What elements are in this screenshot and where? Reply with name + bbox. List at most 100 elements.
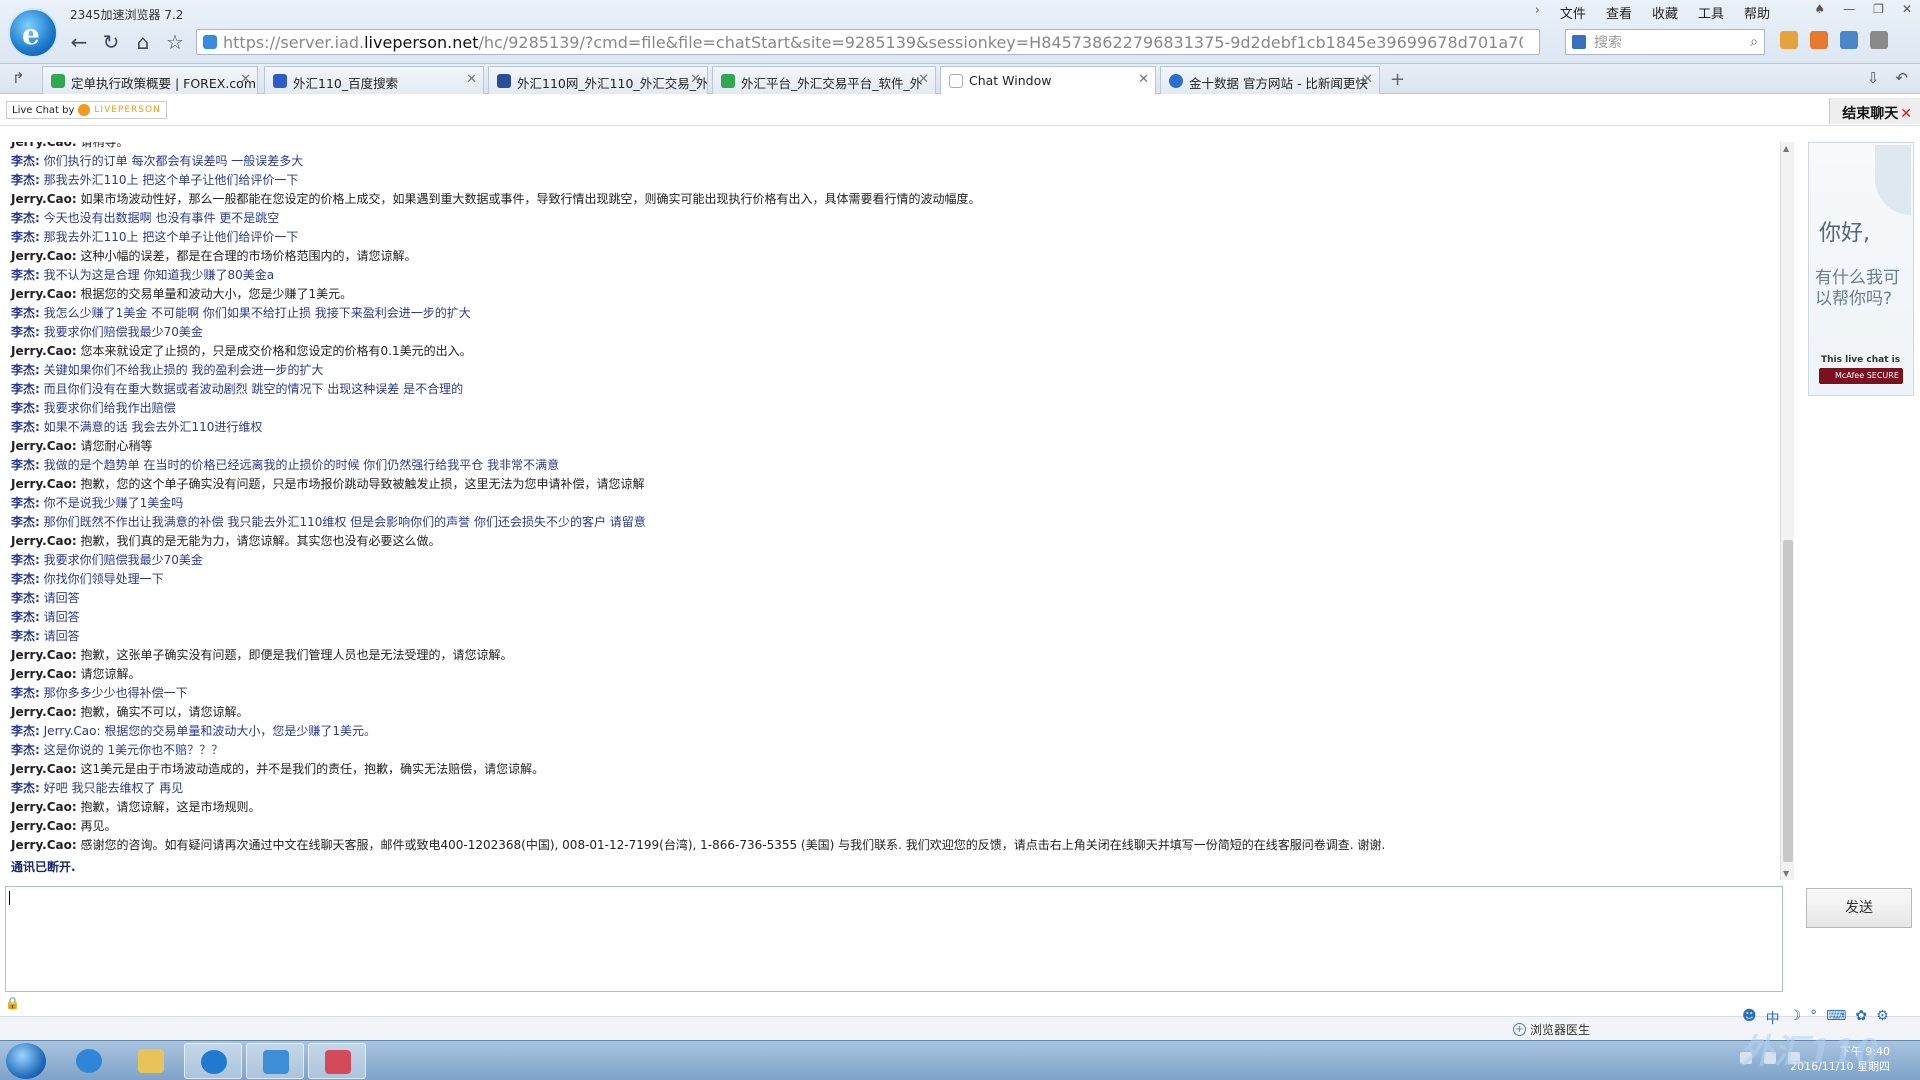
refresh-button[interactable]: ↻ <box>98 30 124 54</box>
visitor-message: 李杰: 你们执行的订单 每次都会有误差吗 一般误差多大 <box>11 152 1780 171</box>
menu-tools[interactable]: 工具 <box>1698 3 1724 22</box>
undo-close-icon[interactable]: ↶ <box>1895 69 1908 87</box>
tab-baidu[interactable]: 外汇110_百度搜索 ✕ <box>264 66 484 94</box>
mail-icon[interactable] <box>1810 31 1828 49</box>
apps-icon[interactable] <box>1780 31 1798 49</box>
screenshot-icon[interactable] <box>1840 31 1858 49</box>
text-caret <box>9 891 10 905</box>
browser-titlebar: e 2345加速浏览器 7.2 › 文件 查看 收藏 工具 帮助 ♠ — ❐ ✕… <box>0 0 1920 64</box>
browser-doctor[interactable]: + 浏览器医生 <box>1512 1021 1590 1038</box>
taskbar-ie[interactable] <box>60 1043 118 1079</box>
message-text: 我要求你们赔偿我最少70美金 <box>43 553 203 567</box>
chat-transcript[interactable]: Jerry.Cao: 请稍等。 李杰: 你们执行的订单 每次都会有误差吗 一般误差… <box>0 142 1780 880</box>
taskbar-2345-browser[interactable] <box>184 1043 242 1079</box>
send-button[interactable]: 发送 <box>1806 888 1912 928</box>
minimize-button[interactable]: — <box>1843 2 1855 16</box>
forex-favicon-icon <box>51 74 65 88</box>
message-text: 再见。 <box>80 819 117 833</box>
message-text: 那你多多少少也得补偿一下 <box>43 686 188 700</box>
message-text: 我不认为这是合理 你知道我少赚了80美金a <box>43 268 275 282</box>
address-bar[interactable]: https://server.iad.liveperson.net/hc/928… <box>196 29 1540 55</box>
message-input[interactable] <box>5 886 1783 992</box>
start-button[interactable] <box>6 1043 46 1079</box>
close-window-button[interactable]: ✕ <box>1902 2 1912 16</box>
message-text: 请回答 <box>43 591 80 605</box>
close-tab-icon[interactable]: ✕ <box>918 72 929 87</box>
visitor-message: 李杰: 如果不满意的话 我会去外汇110进行维权 <box>11 418 1780 437</box>
sender-name: 李杰: <box>11 553 40 567</box>
search-box[interactable]: 搜索 ⌕ <box>1565 29 1765 55</box>
scroll-down-icon[interactable]: ▼ <box>1783 869 1789 878</box>
menu-file[interactable]: 文件 <box>1560 3 1586 22</box>
transcript-scrollbar[interactable]: ▲ ▼ <box>1780 142 1794 880</box>
close-tab-icon[interactable]: ✕ <box>466 72 477 87</box>
restore-button[interactable]: ❐ <box>1873 2 1884 16</box>
agent-message: Jerry.Cao: 请稍等。 <box>11 142 1780 152</box>
scrollbar-thumb[interactable] <box>1783 540 1793 862</box>
watermark-logo: 外汇110 <box>1740 1032 1879 1072</box>
chat-side-panel: 你好, 有什么我可以帮你吗? This live chat is McAfee … <box>1808 142 1914 396</box>
close-tab-icon[interactable]: ✕ <box>690 72 701 87</box>
message-text: 如果不满意的话 我会去外汇110进行维权 <box>43 420 263 434</box>
sender-name: 李杰: <box>11 724 40 738</box>
message-text: 如果市场波动性好，那么一般都能在您设定的价格上成交，如果遇到重大数据或事件，导致… <box>80 192 981 206</box>
search-engine-icon[interactable] <box>1572 35 1586 49</box>
menu-view[interactable]: 查看 <box>1606 3 1632 22</box>
pin-icon[interactable]: ⇩ <box>1867 69 1880 87</box>
tab-waihui110[interactable]: 外汇110网_外汇110_外汇交易_外 ✕ <box>488 66 708 94</box>
sender-name: 李杰: <box>11 591 40 605</box>
scroll-up-icon[interactable]: ▲ <box>1783 144 1789 153</box>
taskbar-explorer[interactable] <box>122 1043 180 1079</box>
folder-icon <box>138 1049 164 1073</box>
agent-message: Jerry.Cao: 如果市场波动性好，那么一般都能在您设定的价格上成交，如果遇… <box>11 190 1780 209</box>
tab-menu-icon[interactable]: ↱ <box>12 69 25 87</box>
system-message: 通讯已断开. <box>11 860 76 874</box>
ie-icon <box>76 1049 102 1073</box>
sender-name: Jerry.Cao: <box>11 838 77 852</box>
menu-help[interactable]: 帮助 <box>1744 3 1770 22</box>
tab-forex-platform[interactable]: 外汇平台_外汇交易平台_软件_外 ✕ <box>712 66 936 94</box>
close-tab-icon[interactable]: ✕ <box>1138 72 1149 87</box>
tab-chat-window[interactable]: Chat Window ✕ <box>940 66 1156 95</box>
close-tab-icon[interactable]: ✕ <box>240 72 251 87</box>
end-chat-button[interactable]: 结束聊天 ✕ <box>1829 98 1920 124</box>
baidu-favicon-icon <box>273 74 287 88</box>
message-text: 关键如果你们不给我止损的 我的盈利会进一步的扩大 <box>43 363 324 377</box>
visitor-message: 李杰: 今天也没有出数据啊 也没有事件 更不是跳空 <box>11 209 1780 228</box>
status-bar: + 浏览器医生 <box>0 1016 1920 1040</box>
taskbar-app[interactable] <box>246 1043 304 1079</box>
tab-bar-right-icons: ⇩ ↶ <box>1867 69 1908 87</box>
chevron-right-icon[interactable]: › <box>1535 3 1540 22</box>
browser-logo-icon[interactable]: e <box>8 8 58 58</box>
agent-message: Jerry.Cao: 这种小幅的误差，都是在合理的市场价格范围内的，请您谅解。 <box>11 247 1780 266</box>
visitor-message: 李杰: 我要求你们赔偿我最少70美金 <box>11 323 1780 342</box>
sender-name: Jerry.Cao: <box>11 249 77 263</box>
tab-forex[interactable]: 定单执行政策概要 | FOREX.com ✕ <box>42 66 258 94</box>
back-button[interactable]: ← <box>66 30 92 54</box>
skin-icon[interactable]: ♠ <box>1814 2 1825 16</box>
new-tab-button[interactable]: + <box>1390 69 1405 90</box>
agent-message: Jerry.Cao: 抱歉，确实不可以，请您谅解。 <box>11 703 1780 722</box>
tab-jin10[interactable]: 金十数据 官方网站 - 比新闻更快 ✕ <box>1160 66 1380 94</box>
url-text[interactable]: https://server.iad.liveperson.net/hc/928… <box>223 33 1523 52</box>
search-icon[interactable]: ⌕ <box>1750 34 1758 50</box>
close-tab-icon[interactable]: ✕ <box>1362 72 1373 87</box>
sender-name: 李杰: <box>11 382 40 396</box>
visitor-message: 李杰: 关键如果你们不给我止损的 我的盈利会进一步的扩大 <box>11 361 1780 380</box>
message-text: 我怎么少赚了1美金 不可能啊 你们如果不给打止损 我接下来盈利会进一步的扩大 <box>43 306 471 320</box>
liveperson-badge[interactable]: Live Chat by LIVEPERSON <box>6 101 167 119</box>
favorite-star-button[interactable]: ☆ <box>162 30 188 54</box>
message-text: 那我去外汇110上 把这个单子让他们给评价一下 <box>43 230 299 244</box>
visitor-message: 李杰: 这是你说的 1美元你也不赔？？？ <box>11 741 1780 760</box>
agent-message: Jerry.Cao: 请您耐心稍等 <box>11 437 1780 456</box>
mcafee-secure-badge[interactable]: McAfee SECURE <box>1819 368 1903 384</box>
sender-name: Jerry.Cao: <box>11 819 77 833</box>
taskbar-paint[interactable] <box>308 1043 366 1079</box>
home-button[interactable]: ⌂ <box>130 30 156 54</box>
message-text: 请您耐心稍等 <box>80 439 153 453</box>
menu-favorites[interactable]: 收藏 <box>1652 3 1678 22</box>
paint-icon <box>325 1050 351 1074</box>
agent-message: Jerry.Cao: 抱歉，您的这个单子确实没有问题，只是市场报价跳动导致被触发… <box>11 475 1780 494</box>
sender-name: 李杰: <box>11 781 40 795</box>
download-icon[interactable] <box>1870 31 1888 49</box>
